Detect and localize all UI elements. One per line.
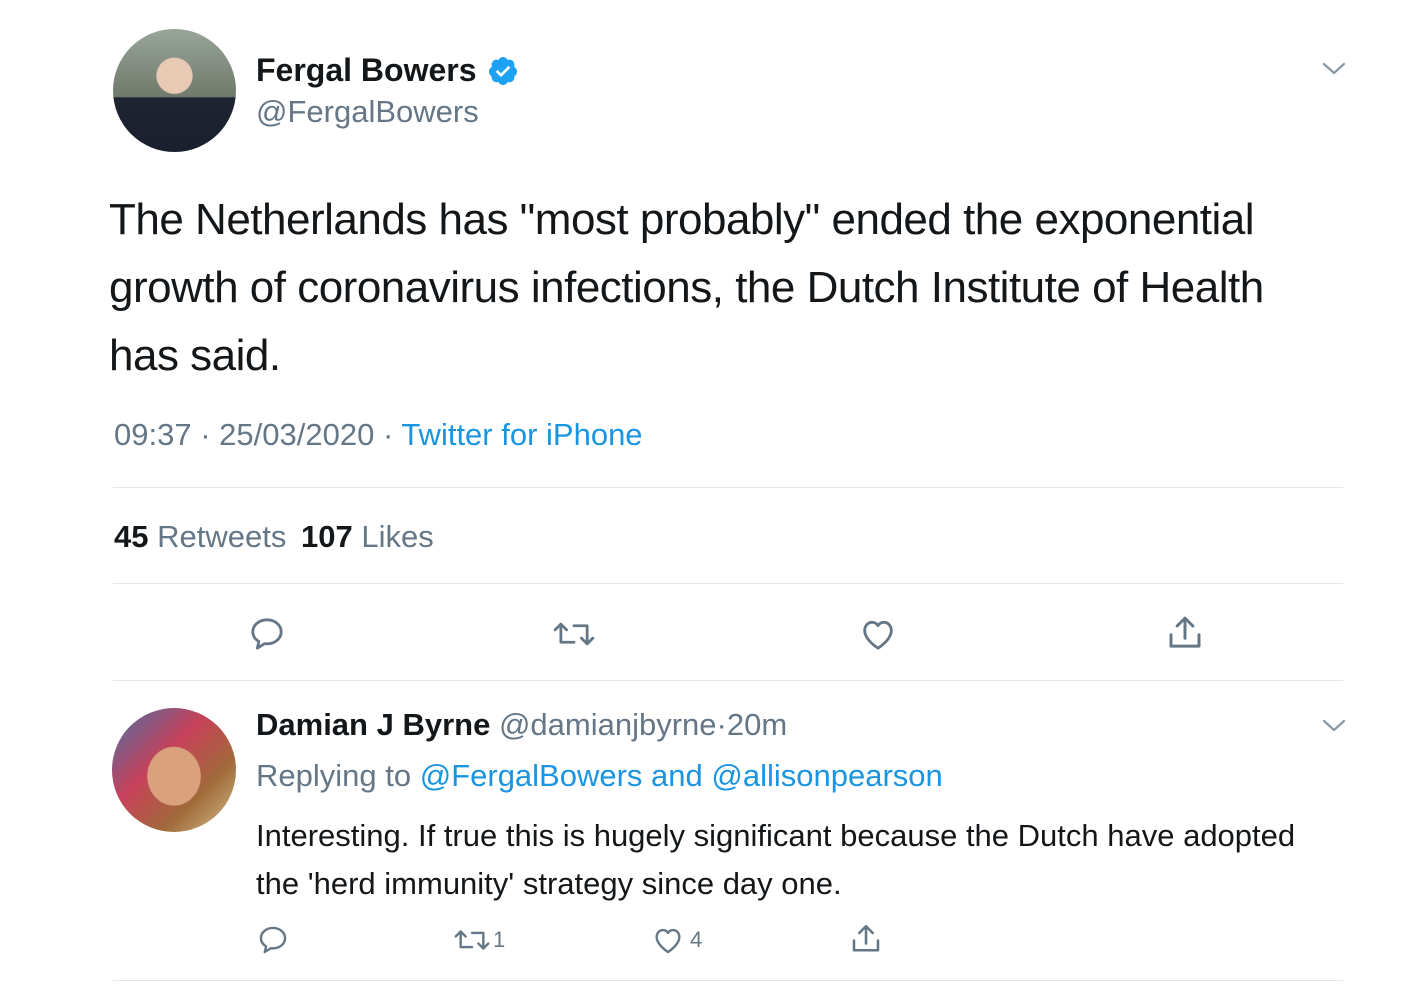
chevron-down-icon[interactable] [1321,58,1347,78]
tweet-meta: 09:37 · 25/03/2020 · Twitter for iPhone [114,416,643,454]
reply-retweet-count: 1 [493,927,506,952]
replying-to-label: Replying to [256,758,412,793]
retweets-stat[interactable]: 45 Retweets [114,519,295,554]
retweets-count: 45 [114,519,149,554]
reply-like-count: 4 [690,927,703,952]
tweet-source-link[interactable]: Twitter for iPhone [401,417,642,452]
like-icon[interactable] [651,923,685,957]
reply-author-avatar[interactable] [112,708,236,832]
reply-icon[interactable] [247,614,287,654]
divider [113,680,1343,681]
tweet-date[interactable]: 25/03/2020 [219,417,374,452]
reply-author-name[interactable]: Damian J Byrne [256,707,490,742]
reply-icon[interactable] [256,923,290,957]
author-avatar[interactable] [113,29,236,152]
tweet-stats: 45 Retweets 107 Likes [114,518,434,556]
divider [113,487,1343,488]
meta-separator: · [200,417,211,452]
tweet-text: The Netherlands has "most probably" ende… [109,195,1264,380]
divider [113,583,1343,584]
author-handle[interactable]: @FergalBowers [256,94,479,130]
retweet-icon[interactable] [551,614,597,654]
replying-to-line: Replying to @FergalBowers and @allisonpe… [256,757,943,795]
reply-author-handle[interactable]: @damianjbyrne [499,707,717,742]
reply-header: Damian J Byrne @damianjbyrne·20m [256,706,787,744]
replying-to-users[interactable]: @FergalBowers and @allisonpearson [420,758,943,793]
author-name[interactable]: Fergal Bowers [256,52,477,88]
reply-time[interactable]: 20m [727,707,787,742]
retweet-icon[interactable] [452,923,492,957]
likes-label: Likes [361,519,434,554]
tweet-time[interactable]: 09:37 [114,417,192,452]
verified-badge-icon [487,55,519,87]
share-icon[interactable] [1164,612,1206,654]
meta-separator: · [382,417,394,452]
reply-text: Interesting. If true this is hugely sign… [256,818,1296,901]
chevron-down-icon[interactable] [1321,715,1347,735]
share-icon[interactable] [848,921,884,957]
likes-stat[interactable]: 107 Likes [301,519,434,554]
likes-count: 107 [300,519,353,554]
divider [113,980,1343,981]
like-icon[interactable] [858,614,898,654]
retweets-label: Retweets [157,519,287,554]
header-separator: · [716,707,727,742]
